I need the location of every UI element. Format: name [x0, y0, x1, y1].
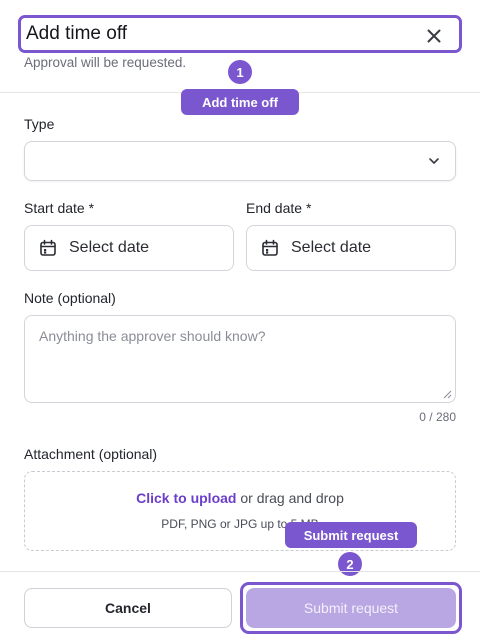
- start-date-picker[interactable]: Select date: [24, 225, 234, 271]
- type-select[interactable]: [24, 141, 456, 181]
- upload-instructions-rest: or drag and drop: [236, 490, 344, 506]
- close-button[interactable]: [423, 25, 445, 47]
- annotation-marker-2: 2: [338, 552, 362, 576]
- upload-instructions: Click to upload or drag and drop: [25, 490, 455, 506]
- note-label: Note (optional): [24, 290, 116, 306]
- note-textarea[interactable]: Anything the approver should know?: [24, 315, 456, 403]
- cancel-button[interactable]: Cancel: [24, 588, 232, 628]
- annotation-tag-1: Add time off: [181, 89, 299, 115]
- dialog-subtitle: Approval will be requested.: [24, 55, 187, 70]
- add-time-off-dialog: Add time off Approval will be requested.…: [0, 0, 480, 644]
- end-date-picker[interactable]: Select date: [246, 225, 456, 271]
- start-date-label: Start date *: [24, 200, 95, 216]
- submit-request-button[interactable]: Submit request: [246, 588, 456, 628]
- note-char-counter: 0 / 280: [419, 410, 456, 424]
- chevron-down-icon: [429, 158, 439, 164]
- attachment-label: Attachment (optional): [24, 446, 158, 462]
- type-label: Type: [24, 116, 55, 132]
- resize-handle-icon[interactable]: [443, 390, 452, 399]
- end-date-label: End date *: [246, 200, 312, 216]
- annotation-marker-1: 1: [228, 60, 252, 84]
- start-date-placeholder: Select date: [69, 239, 150, 256]
- calendar-icon: [40, 239, 56, 256]
- annotation-tag-2: Submit request: [285, 522, 417, 548]
- upload-link[interactable]: Click to upload: [136, 490, 236, 506]
- dialog-title: Add time off: [26, 23, 128, 44]
- calendar-icon: [262, 239, 278, 256]
- footer-divider: [0, 571, 480, 572]
- note-placeholder: Anything the approver should know?: [39, 328, 266, 344]
- end-date-placeholder: Select date: [291, 239, 372, 256]
- dialog-header-highlight: Add time off: [18, 15, 462, 53]
- close-icon: [427, 29, 441, 43]
